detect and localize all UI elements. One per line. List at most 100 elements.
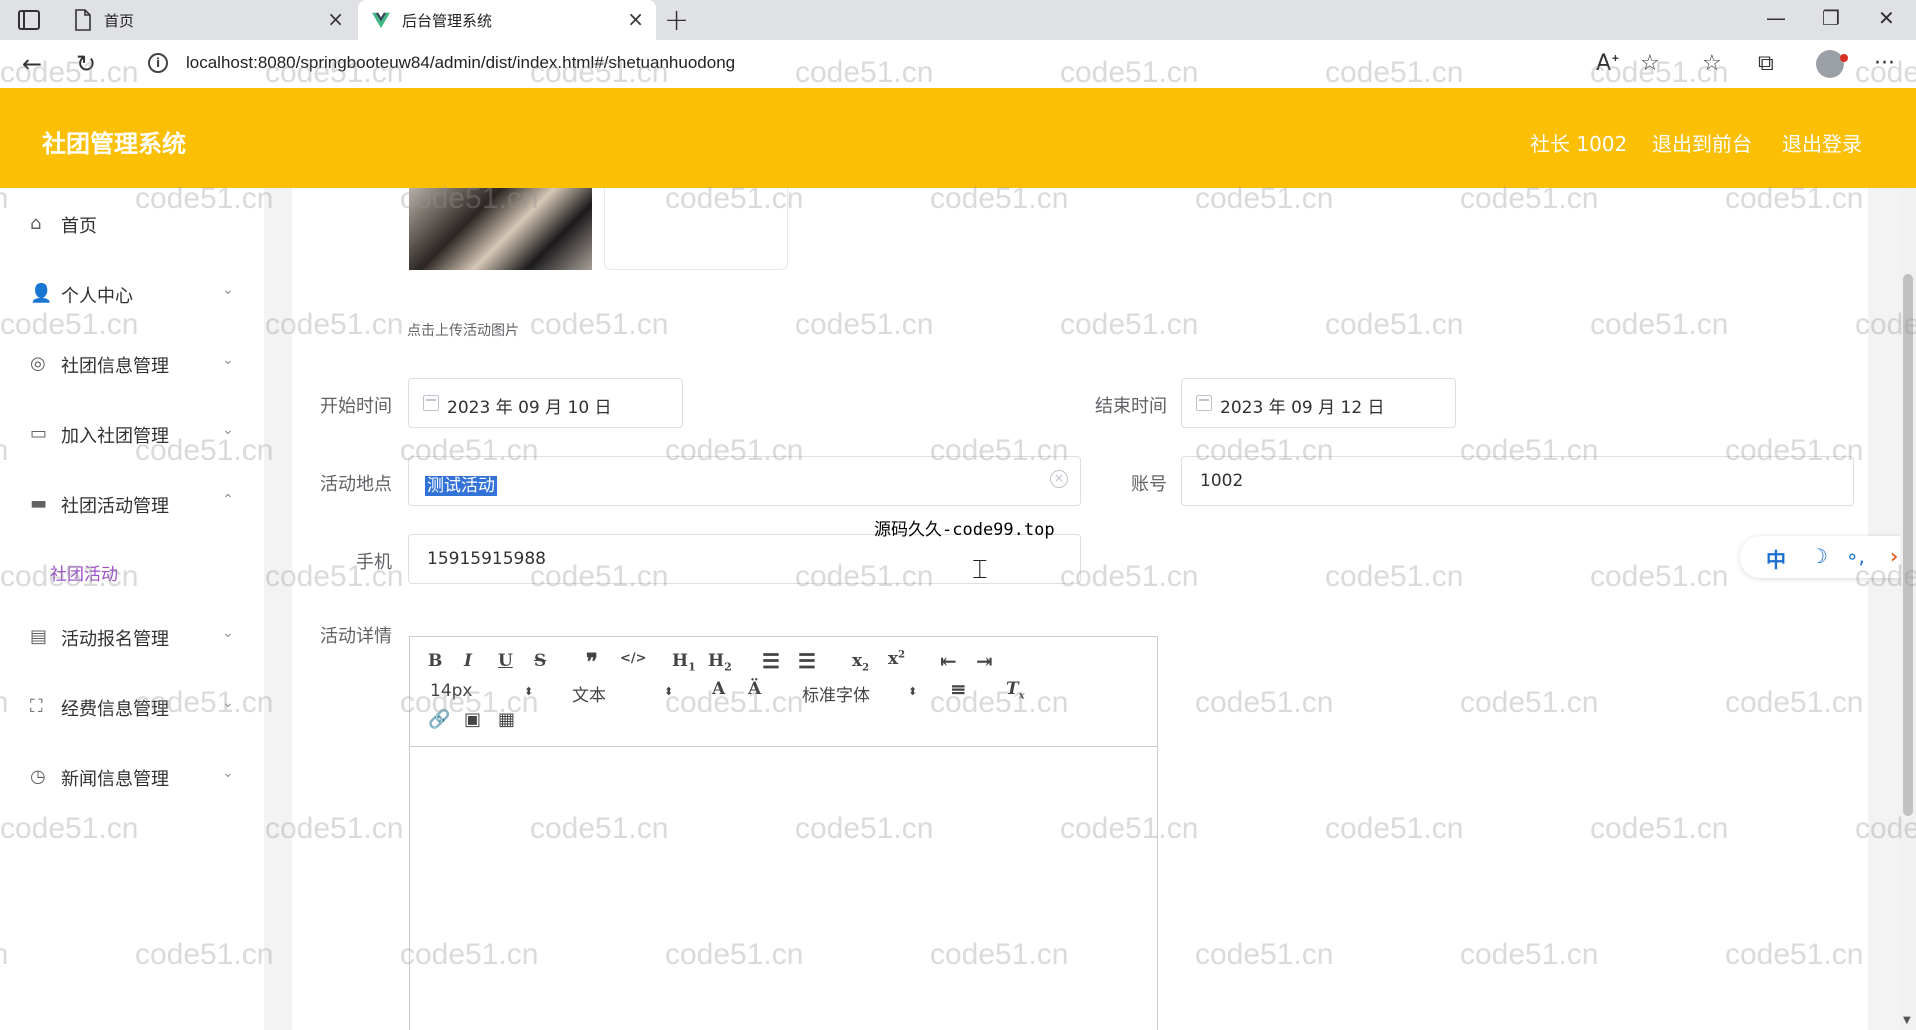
punctuation-icon[interactable]: ∘, [1846, 544, 1865, 568]
clear-format-icon[interactable]: Tx [1006, 679, 1025, 701]
sidebar-item-label: 首页 [61, 216, 97, 237]
scroll-down-icon[interactable]: ▼ [1903, 1015, 1911, 1026]
profile-avatar-icon[interactable] [1816, 50, 1844, 78]
clock-icon: ◷ [30, 766, 46, 787]
new-tab-icon[interactable]: + [664, 3, 689, 38]
chevron-right-icon[interactable]: › [1890, 544, 1898, 568]
page-scrollbar[interactable]: ▼ [1900, 188, 1916, 1030]
url-field[interactable]: localhost:8080/springbooteuw84/admin/dis… [186, 53, 735, 73]
sidebar-item-label: 个人中心 [61, 286, 133, 307]
briefcase-icon: ▤ [30, 626, 48, 647]
restore-icon[interactable]: ❐ [1822, 6, 1840, 30]
scroll-thumb[interactable] [1903, 274, 1913, 816]
browser-tab-home[interactable]: 首页 × [60, 0, 356, 40]
globe-icon: ◎ [30, 353, 46, 374]
minimize-icon[interactable]: — [1766, 6, 1786, 30]
close-tab-icon[interactable]: × [627, 7, 644, 31]
video-icon[interactable]: ▦ [498, 709, 515, 730]
rich-text-editor[interactable]: B I U S ❞ </> H1 H2 ☰ ☰ x2 x2 ⇤ ⇥ 14px ⬍… [409, 636, 1158, 1030]
tab-title: 首页 [104, 12, 135, 30]
indent-icon[interactable]: ⇥ [976, 649, 993, 673]
browser-tab-bar: 首页 × 后台管理系统 × + — ❐ ✕ [0, 0, 1916, 40]
image-icon[interactable]: ▣ [464, 709, 481, 730]
header2-icon[interactable]: H2 [708, 651, 732, 673]
background-color-icon[interactable]: Ä [748, 679, 761, 699]
upload-image-button[interactable] [604, 188, 788, 270]
collections-icon[interactable]: ⧉ [1758, 51, 1774, 76]
sidebar-item-club-info[interactable]: ◎ 社团信息管理 ⌄ [0, 342, 264, 386]
select-caret-icon: ⬍ [524, 685, 534, 698]
moon-icon[interactable]: ☽ [1810, 544, 1828, 568]
site-info-icon[interactable]: i [148, 53, 168, 73]
sidebar-item-news[interactable]: ◷ 新闻信息管理 ⌄ [0, 755, 264, 799]
close-window-icon[interactable]: ✕ [1878, 6, 1895, 30]
chevron-down-icon: ⌄ [222, 625, 234, 641]
code-block-icon[interactable]: </> [620, 651, 647, 666]
close-tab-icon[interactable]: × [327, 7, 344, 31]
strike-icon[interactable]: S [534, 651, 546, 671]
superscript-icon[interactable]: x2 [888, 649, 905, 669]
end-time-label: 结束时间 [1095, 396, 1167, 417]
back-icon[interactable]: ← [22, 50, 42, 78]
italic-icon[interactable]: I [464, 651, 472, 671]
location-label: 活动地点 [320, 474, 392, 495]
select-caret-icon: ⬍ [664, 685, 674, 698]
browser-tab-admin[interactable]: 后台管理系统 × [358, 0, 656, 40]
start-time-value: 2023 年 09 月 10 日 [447, 398, 612, 418]
chevron-up-icon: ⌃ [222, 492, 234, 508]
clear-icon[interactable]: × [1050, 470, 1068, 488]
favorites-icon[interactable]: ☆ [1702, 51, 1722, 76]
end-time-picker[interactable]: 2023 年 09 月 12 日 [1181, 378, 1456, 428]
font-color-icon[interactable]: A [712, 679, 725, 699]
phone-value: 15915915988 [427, 549, 546, 569]
logout-link[interactable]: 退出登录 [1782, 128, 1862, 157]
exit-to-front-link[interactable]: 退出到前台 [1652, 128, 1752, 157]
phone-label: 手机 [356, 552, 392, 573]
source-tooltip: 源码久久-code99.top [874, 520, 1055, 540]
activity-image-preview[interactable] [409, 188, 592, 270]
ime-widget[interactable]: 中 ☽ ∘, › [1740, 536, 1916, 578]
start-time-picker[interactable]: 2023 年 09 月 10 日 [408, 378, 683, 428]
subscript-icon[interactable]: x2 [852, 651, 869, 673]
font-family-select[interactable]: 标准字体 [802, 681, 870, 706]
bullet-list-icon[interactable]: ☰ [798, 649, 816, 673]
page-icon [75, 9, 91, 31]
underline-icon[interactable]: U [498, 651, 513, 671]
location-input[interactable]: 测试活动 × [408, 456, 1081, 506]
ime-language[interactable]: 中 [1766, 544, 1786, 573]
read-aloud-icon[interactable]: Aᐩ [1596, 51, 1620, 76]
text-cursor-icon: ⌶ [972, 555, 988, 585]
chevron-down-icon: ⌄ [222, 695, 234, 711]
tab-actions-icon[interactable] [18, 10, 40, 30]
select-caret-icon: ⬍ [908, 685, 918, 698]
favorite-add-icon[interactable]: ☆ [1640, 51, 1660, 76]
sidebar-item-personal[interactable]: 👤 个人中心 ⌄ [0, 272, 264, 316]
bold-icon[interactable]: B [428, 651, 442, 671]
sidebar-subitem-club-activity[interactable]: 社团活动 [50, 560, 118, 585]
sidebar-item-club-activity[interactable]: ▬ 社团活动管理 ⌃ [0, 482, 264, 526]
font-size-select[interactable]: 14px [430, 681, 472, 701]
blockquote-icon[interactable]: ❞ [586, 649, 598, 675]
sidebar-item-signup[interactable]: ▤ 活动报名管理 ⌄ [0, 615, 264, 659]
fullscreen-icon: ⛶ [30, 696, 43, 717]
reload-icon[interactable]: ↻ [76, 50, 96, 78]
sidebar-item-label: 加入社团管理 [61, 426, 169, 447]
ordered-list-icon[interactable]: ☰ [762, 649, 780, 673]
block-type-select[interactable]: 文本 [572, 681, 606, 706]
detail-label: 活动详情 [320, 626, 392, 647]
align-icon[interactable]: ≡ [950, 677, 967, 701]
account-input[interactable]: 1002 [1181, 456, 1854, 506]
sidebar-item-funding[interactable]: ⛶ 经费信息管理 ⌄ [0, 685, 264, 729]
chat-icon: ▭ [30, 423, 48, 444]
sidebar-item-join-club[interactable]: ▭ 加入社团管理 ⌄ [0, 412, 264, 456]
app-header: 社团管理系统 社长 1002 退出到前台 退出登录 [0, 88, 1916, 188]
sidebar-item-label: 社团信息管理 [61, 356, 169, 377]
outdent-icon[interactable]: ⇤ [940, 649, 957, 673]
header1-icon[interactable]: H1 [672, 651, 696, 673]
sidebar-item-home[interactable]: ⌂ 首页 [0, 202, 264, 246]
tab-title: 后台管理系统 [402, 12, 493, 30]
more-icon[interactable]: ··· [1874, 51, 1895, 76]
sidebar-item-label: 经费信息管理 [61, 699, 169, 720]
link-icon[interactable]: 🔗 [428, 709, 450, 730]
calendar-icon [1196, 395, 1212, 411]
